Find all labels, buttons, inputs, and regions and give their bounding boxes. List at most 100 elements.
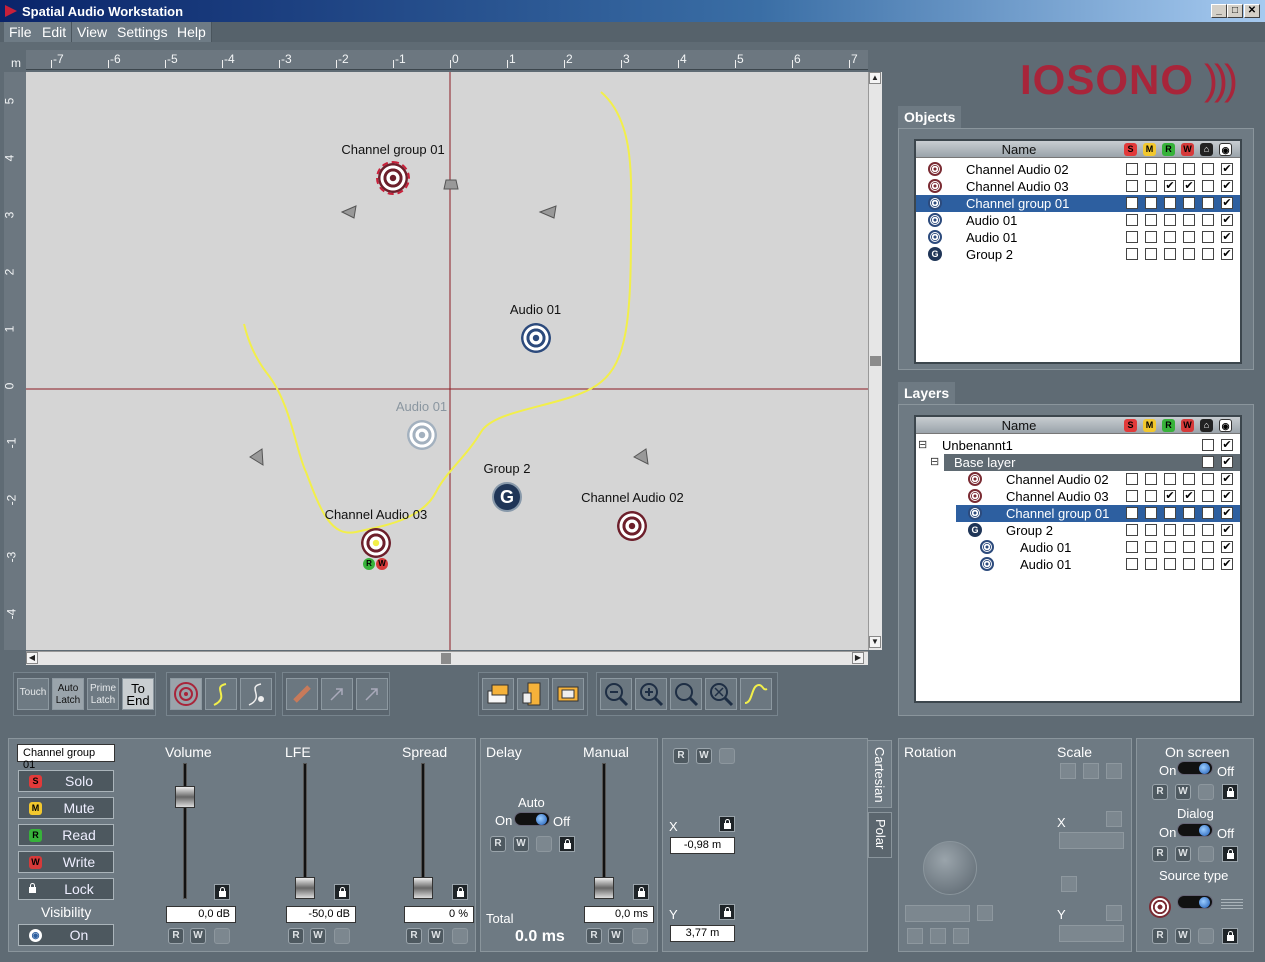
row-checkbox[interactable] (1164, 524, 1176, 536)
audio-source-icon[interactable] (376, 161, 410, 196)
touch-button[interactable]: Touch (17, 678, 49, 710)
lfe-fader[interactable] (295, 877, 315, 900)
row-checkbox[interactable] (1145, 248, 1157, 260)
scroll-right-button[interactable]: ▶ (852, 652, 864, 664)
row-checkbox[interactable] (1202, 439, 1214, 451)
lfe-read-button[interactable]: R (288, 928, 304, 944)
position-read-button[interactable]: R (673, 748, 689, 764)
x-value[interactable]: -0,98 m (670, 837, 735, 854)
manual-read-button[interactable]: R (586, 928, 602, 944)
row-checkbox[interactable] (1202, 214, 1214, 226)
layer-row[interactable]: Channel Audio 03 ✔ ✔ ✔ (916, 488, 1240, 505)
tab-cartesian[interactable]: Cartesian (868, 740, 892, 808)
dialog-read-button[interactable]: R (1152, 846, 1168, 862)
row-checkbox[interactable] (1126, 197, 1138, 209)
scale-button-3[interactable] (1106, 763, 1122, 779)
objects-list[interactable]: Name S M R W ⌂ ◉ Channel Audio 02 ✔ Channel Audio… (914, 139, 1242, 364)
manual-delay-fader[interactable] (594, 877, 614, 900)
delay-read-button[interactable]: R (490, 836, 506, 852)
row-checkbox[interactable] (1183, 558, 1195, 570)
lfe-lock-button[interactable] (334, 884, 350, 900)
scale-button-2[interactable] (1083, 763, 1099, 779)
scroll-thumb[interactable] (441, 653, 451, 664)
channel-name-field[interactable]: Channel group 01 (17, 744, 115, 771)
auto-toggle[interactable] (514, 812, 550, 826)
target-tool-button[interactable] (170, 678, 202, 710)
row-checkbox[interactable] (1126, 163, 1138, 175)
dialog-lock-button[interactable] (1222, 846, 1238, 862)
onscreen-write-button[interactable]: W (1175, 784, 1191, 800)
row-checkbox[interactable] (1202, 541, 1214, 553)
row-checkbox[interactable] (1126, 541, 1138, 553)
manual-write-button[interactable]: W (608, 928, 624, 944)
object-row[interactable]: Audio 01 ✔ (916, 212, 1240, 229)
row-checkbox[interactable]: ✔ (1221, 197, 1233, 209)
row-checkbox[interactable] (1126, 180, 1138, 192)
position-extra-button[interactable] (719, 748, 735, 764)
dialog-toggle[interactable] (1177, 823, 1213, 837)
row-checkbox[interactable] (1183, 214, 1195, 226)
source-write-button[interactable]: W (1175, 928, 1191, 944)
row-checkbox[interactable] (1145, 180, 1157, 192)
row-checkbox[interactable] (1126, 507, 1138, 519)
manual-extra-button[interactable] (632, 928, 648, 944)
zoom-out-button[interactable] (600, 678, 632, 710)
solo-button[interactable]: S Solo (18, 770, 114, 792)
mute-button[interactable]: M Mute (18, 797, 114, 819)
object-row[interactable]: G Group 2 ✔ (916, 246, 1240, 263)
scale-y-lock[interactable] (1106, 905, 1122, 921)
row-checkbox[interactable]: ✔ (1221, 507, 1233, 519)
delay-extra-button[interactable] (536, 836, 552, 852)
audio-source-icon[interactable] (520, 322, 551, 353)
row-checkbox[interactable] (1164, 214, 1176, 226)
scale-x-field[interactable] (1059, 832, 1124, 849)
x-lock-button[interactable] (719, 816, 735, 832)
row-checkbox[interactable]: ✔ (1221, 214, 1233, 226)
row-checkbox[interactable]: ✔ (1183, 490, 1195, 502)
layer-view-button[interactable] (482, 678, 514, 710)
write-button[interactable]: W Write (18, 851, 114, 873)
row-checkbox[interactable] (1202, 180, 1214, 192)
row-checkbox[interactable] (1183, 248, 1195, 260)
scale-x-lock[interactable] (1106, 811, 1122, 827)
rotation-extra-button[interactable] (953, 928, 969, 944)
lfe-write-button[interactable]: W (310, 928, 326, 944)
dialog-extra-button[interactable] (1198, 846, 1214, 862)
rotation-write-button[interactable] (930, 928, 946, 944)
arrow-tool-button-2[interactable] (356, 678, 388, 710)
row-checkbox[interactable] (1145, 473, 1157, 485)
audio-source-icon[interactable] (617, 510, 648, 541)
menu-edit[interactable]: Edit (37, 22, 73, 42)
row-checkbox[interactable] (1202, 456, 1214, 468)
source-type-toggle[interactable] (1177, 895, 1213, 909)
layer-row[interactable]: ⊟ Base layer ✔ (930, 454, 1240, 471)
menu-settings[interactable]: Settings (112, 22, 174, 42)
layer-row[interactable]: Audio 01 ✔ (916, 539, 1240, 556)
row-checkbox[interactable] (1202, 490, 1214, 502)
spread-extra-button[interactable] (452, 928, 468, 944)
layer-row[interactable]: ⊟ Unbenannt1 ✔ (916, 437, 1240, 454)
prime-latch-button[interactable]: Prime Latch (87, 678, 119, 710)
row-checkbox[interactable]: ✔ (1221, 456, 1233, 468)
row-checkbox[interactable] (1202, 473, 1214, 485)
row-checkbox[interactable] (1183, 231, 1195, 243)
menu-help[interactable]: Help (172, 22, 212, 42)
dialog-write-button[interactable]: W (1175, 846, 1191, 862)
volume-extra-button[interactable] (214, 928, 230, 944)
row-checkbox[interactable] (1145, 507, 1157, 519)
device-view-button[interactable] (517, 678, 549, 710)
scroll-down-button[interactable]: ▼ (869, 636, 881, 648)
audio-source-icon[interactable] (360, 527, 391, 558)
zoom-in-button[interactable] (635, 678, 667, 710)
row-checkbox[interactable] (1202, 558, 1214, 570)
auto-latch-button[interactable]: Auto Latch (52, 678, 84, 710)
row-checkbox[interactable] (1145, 214, 1157, 226)
zoom-actual-button[interactable] (670, 678, 702, 710)
volume-write-button[interactable]: W (190, 928, 206, 944)
row-checkbox[interactable] (1183, 473, 1195, 485)
source-lock-button[interactable] (1222, 928, 1238, 944)
manual-delay-value[interactable]: 0,0 ms (584, 906, 654, 923)
delay-lock-button[interactable] (559, 836, 575, 852)
object-row[interactable]: Audio 01 ✔ (916, 229, 1240, 246)
tab-polar[interactable]: Polar (868, 812, 892, 858)
